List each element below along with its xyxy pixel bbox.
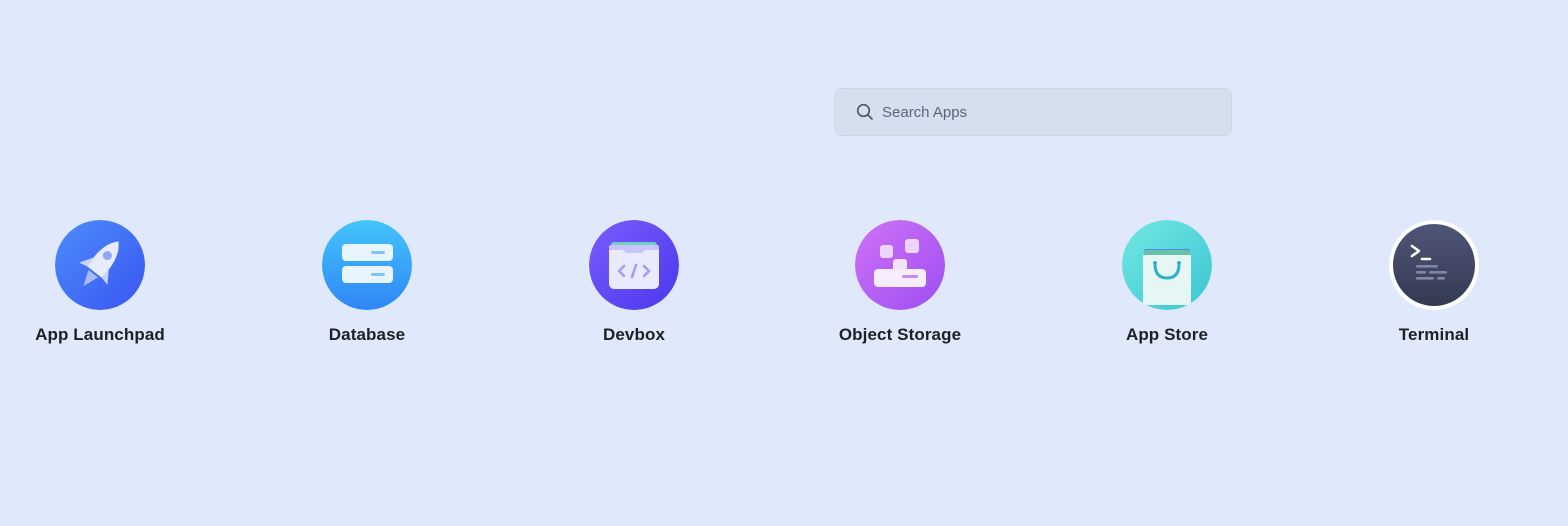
code-folder-icon[interactable]	[589, 220, 679, 310]
app-grid: App Launchpad Database Devbox Object Sto…	[0, 220, 1568, 360]
app-label: Terminal	[1398, 325, 1470, 344]
devbox-tile[interactable]: Devbox	[534, 220, 734, 350]
terminal-icon[interactable]	[1389, 220, 1479, 310]
search-input[interactable]	[882, 103, 1202, 121]
terminal-tile[interactable]: Terminal	[1334, 220, 1534, 350]
app-label: App Launchpad	[35, 325, 165, 344]
search-icon	[856, 103, 873, 120]
object-storage-icon[interactable]	[855, 220, 945, 310]
app-label: App Store	[1125, 325, 1209, 344]
search-bar[interactable]	[834, 88, 1232, 136]
rocket-icon[interactable]	[55, 220, 145, 310]
database-icon[interactable]	[322, 220, 412, 310]
app-label: Devbox	[602, 325, 665, 344]
app-label: Object Storage	[838, 325, 962, 344]
app-label: Database	[328, 325, 406, 344]
shopping-bag-icon[interactable]	[1122, 220, 1212, 310]
app-store-tile[interactable]: App Store	[1067, 220, 1267, 350]
app-launchpad-tile[interactable]: App Launchpad	[0, 220, 200, 350]
database-tile[interactable]: Database	[267, 220, 467, 350]
object-storage-tile[interactable]: Object Storage	[800, 220, 1000, 350]
